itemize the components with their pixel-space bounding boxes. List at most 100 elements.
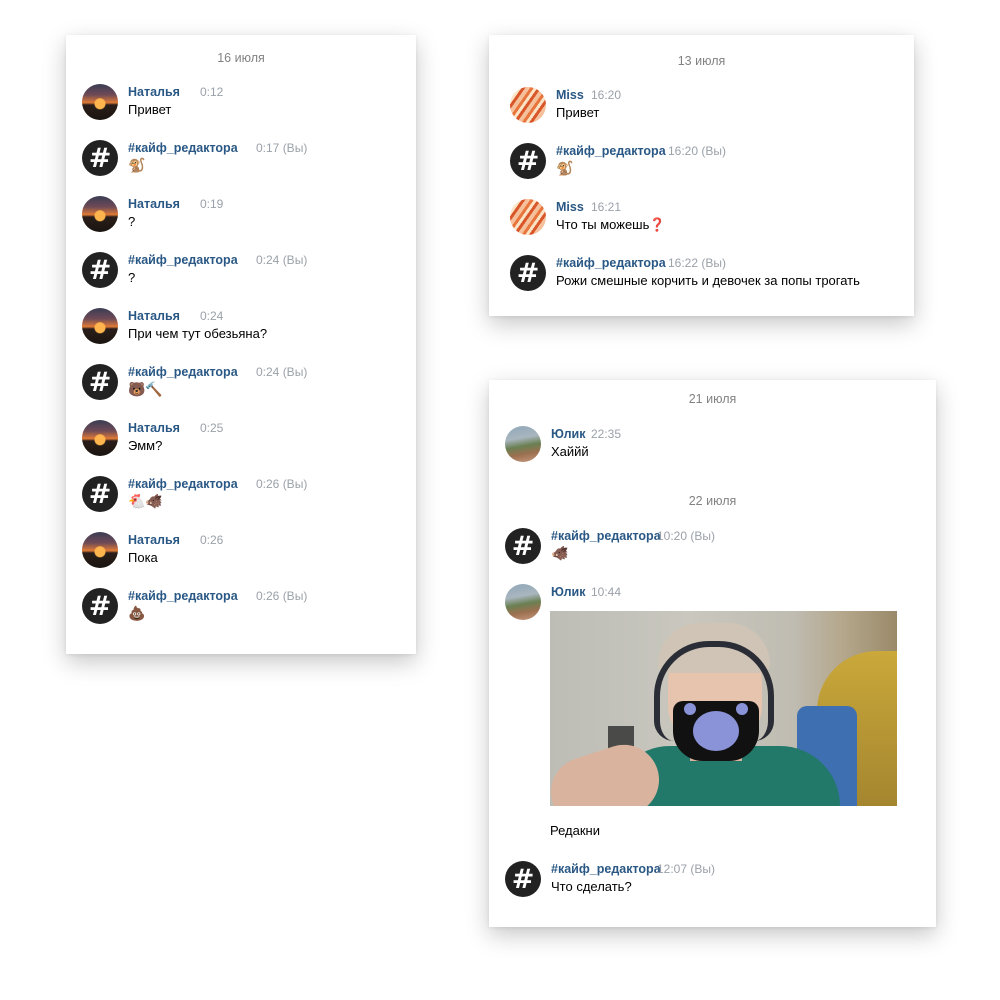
avatar[interactable]: # — [510, 255, 546, 291]
message[interactable]: Юлик 22:35 Хаййй — [505, 426, 926, 472]
message[interactable]: # #кайф_редактора 12:07 (Вы) Что сделать… — [505, 861, 926, 907]
avatar[interactable]: # — [82, 252, 118, 288]
author-name[interactable]: Наталья — [128, 197, 180, 211]
author-name[interactable]: Miss — [556, 88, 584, 102]
hash-icon: # — [88, 478, 112, 510]
author-name[interactable]: #кайф_редактора — [128, 365, 238, 379]
message-time: 16:20 (Вы) — [668, 144, 726, 158]
hash-icon: # — [511, 530, 535, 562]
message[interactable]: # #кайф_редактора 10:20 (Вы) 🐗 — [505, 528, 926, 574]
hash-icon: # — [511, 863, 535, 895]
message[interactable]: Наталья 0:26 Пока — [82, 532, 406, 578]
message-text: ? — [128, 214, 136, 229]
author-name[interactable]: #кайф_редактора — [556, 256, 666, 270]
author-name[interactable]: #кайф_редактора — [556, 144, 666, 158]
author-name[interactable]: #кайф_редактора — [128, 141, 238, 155]
attached-photo[interactable] — [550, 611, 897, 806]
chat-panel-july-21-22: 21 июля Юлик 22:35 Хаййй 22 июля # #кайф… — [489, 380, 936, 927]
message-time: 0:12 — [200, 85, 224, 99]
avatar[interactable] — [82, 532, 118, 568]
author-name[interactable]: Юлик — [551, 427, 585, 441]
avatar[interactable] — [82, 420, 118, 456]
avatar[interactable] — [82, 84, 118, 120]
message[interactable]: Наталья 0:25 Эмм? — [82, 420, 406, 466]
message-text: Эмм? — [128, 438, 163, 453]
message-time: 0:26 (Вы) — [256, 477, 308, 491]
message-text: 🐒 — [556, 161, 574, 177]
message-time: 16:22 (Вы) — [668, 256, 726, 270]
author-name[interactable]: Наталья — [128, 533, 180, 547]
author-name[interactable]: #кайф_редактора — [128, 589, 238, 603]
author-name[interactable]: #кайф_редактора — [128, 253, 238, 267]
author-name[interactable]: Юлик — [551, 585, 585, 599]
message[interactable]: # #кайф_редактора 0:24 (Вы) 🐻🔨 — [82, 364, 406, 410]
avatar[interactable]: # — [82, 476, 118, 512]
date-separator: 16 июля — [217, 51, 265, 65]
message-time: 0:26 (Вы) — [256, 589, 308, 603]
photo-caption: Редакни — [550, 823, 600, 838]
message-time: 22:35 — [591, 427, 622, 441]
message[interactable]: Miss 16:20 Привет — [510, 87, 904, 133]
hash-icon: # — [516, 145, 540, 177]
hash-icon: # — [516, 257, 540, 289]
date-separator: 21 июля — [688, 392, 737, 406]
message-time: 10:20 (Вы) — [657, 529, 715, 543]
avatar[interactable]: # — [82, 140, 118, 176]
chat-panel-july-13: 13 июля Miss 16:20 Привет # #кайф_редакт… — [489, 35, 914, 316]
message-text: При чем тут обезьяна? — [128, 326, 268, 341]
message[interactable]: Miss 16:21 Что ты можешь❓ — [510, 199, 904, 245]
hash-icon: # — [88, 366, 112, 398]
avatar[interactable]: # — [82, 364, 118, 400]
message-text: ? — [128, 270, 136, 285]
message-text: Рожи смешные корчить и девочек за попы т… — [556, 273, 860, 288]
hash-icon: # — [88, 590, 112, 622]
message-time: 0:25 — [200, 421, 224, 435]
hash-icon: # — [88, 142, 112, 174]
author-name[interactable]: #кайф_редактора — [551, 862, 661, 876]
author-name[interactable]: #кайф_редактора — [551, 529, 661, 543]
message-time: 0:17 (Вы) — [256, 141, 308, 155]
message-time: 0:19 — [200, 197, 224, 211]
message-text: 🐔🐗 — [128, 494, 163, 510]
message-time: 0:24 (Вы) — [256, 253, 308, 267]
message[interactable]: # #кайф_редактора 16:20 (Вы) 🐒 — [510, 143, 904, 189]
chat-panel-july-16: 16 июля Наталья 0:12 Привет # #кайф_реда… — [66, 35, 416, 654]
message-text: Что ты можешь❓ — [556, 217, 666, 232]
avatar[interactable] — [510, 87, 546, 123]
author-name[interactable]: Наталья — [128, 85, 180, 99]
author-name[interactable]: #кайф_редактора — [128, 477, 238, 491]
message[interactable]: # #кайф_редактора 0:17 (Вы) 🐒 — [82, 140, 406, 186]
author-name[interactable]: Наталья — [128, 421, 180, 435]
avatar[interactable]: # — [505, 528, 541, 564]
avatar[interactable]: # — [505, 861, 541, 897]
date-separator: 13 июля — [677, 54, 726, 68]
message-text: Что сделать? — [551, 879, 632, 894]
avatar[interactable] — [505, 584, 541, 620]
message[interactable]: Наталья 0:24 При чем тут обезьяна? — [82, 308, 406, 354]
avatar[interactable] — [505, 426, 541, 462]
message-time: 16:21 — [591, 200, 622, 214]
avatar[interactable] — [510, 199, 546, 235]
author-name[interactable]: Наталья — [128, 309, 180, 323]
author-name[interactable]: Miss — [556, 200, 584, 214]
message-text: 💩 — [128, 606, 146, 622]
message[interactable]: # #кайф_редактора 0:26 (Вы) 🐔🐗 — [82, 476, 406, 522]
message-text: Пока — [128, 550, 158, 565]
message[interactable]: Наталья 0:19 ? — [82, 196, 406, 242]
message-time: 0:26 — [200, 533, 224, 547]
avatar[interactable]: # — [82, 588, 118, 624]
message[interactable]: # #кайф_редактора 0:24 (Вы) ? — [82, 252, 406, 298]
message-text: Хаййй — [551, 444, 589, 459]
message[interactable]: # #кайф_редактора 0:26 (Вы) 💩 — [82, 588, 406, 634]
message-text: 🐗 — [551, 546, 569, 562]
avatar[interactable] — [82, 308, 118, 344]
avatar[interactable] — [82, 196, 118, 232]
avatar[interactable]: # — [510, 143, 546, 179]
message-time: 10:44 — [591, 585, 622, 599]
message[interactable]: Наталья 0:12 Привет — [82, 84, 406, 130]
date-separator: 22 июля — [688, 494, 737, 508]
message-time: 16:20 — [591, 88, 622, 102]
message-time: 12:07 (Вы) — [657, 862, 715, 876]
message-time: 0:24 (Вы) — [256, 365, 308, 379]
message[interactable]: # #кайф_редактора 16:22 (Вы) Рожи смешны… — [510, 255, 904, 301]
